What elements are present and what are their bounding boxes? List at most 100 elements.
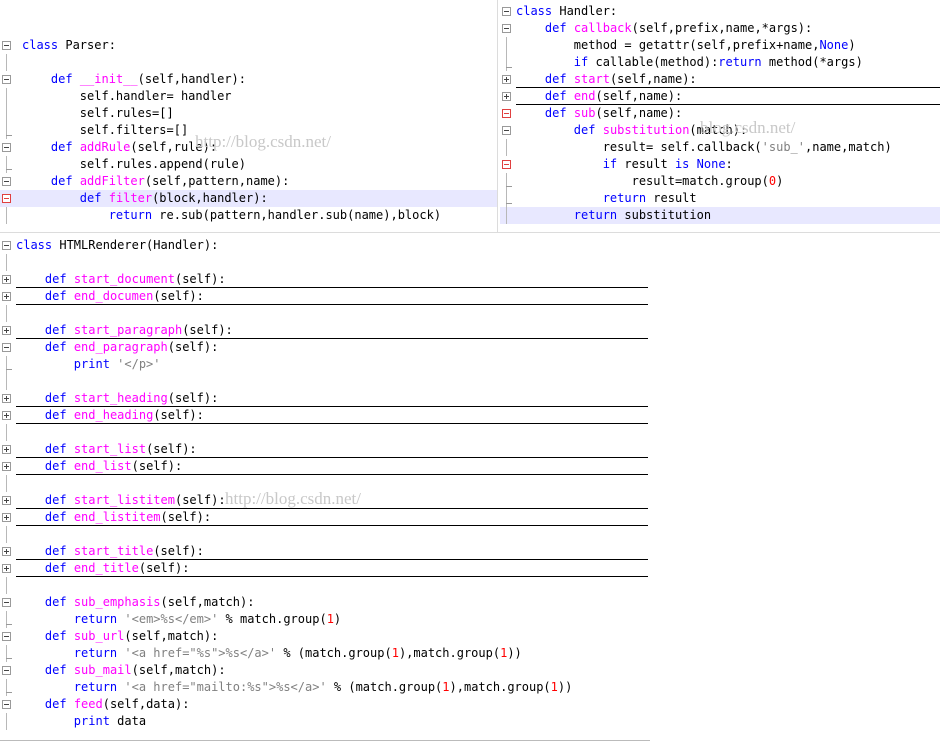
code-token: result=match.group( [516,174,769,188]
expand-fold-icon[interactable] [2,326,11,335]
collapse-fold-icon[interactable] [2,75,11,84]
code-token [67,493,74,507]
code-token [16,697,45,711]
code-token [73,174,80,188]
code-token: ) [776,174,783,188]
code-token [22,140,51,154]
collapse-fold-icon[interactable] [2,700,11,709]
code-text: class Handler: [516,3,617,20]
code-token [67,629,74,643]
keyword-token: def [545,72,567,86]
function-name-token: addRule [80,140,131,154]
code-token [516,72,545,86]
code-line: def filter(block,handler): [0,190,497,207]
function-name-token: sub_mail [74,663,132,677]
code-token [67,663,74,677]
fold-guide-line [506,37,507,54]
expand-fold-icon[interactable] [2,462,11,471]
code-text: def sub(self,name): [516,105,682,122]
expand-fold-icon[interactable] [2,275,11,284]
code-text: print data [16,713,146,730]
expand-fold-icon[interactable] [2,564,11,573]
code-token [16,289,45,303]
code-token [16,612,74,626]
keyword-token: def [51,140,73,154]
code-token [22,72,51,86]
code-text: def addRule(self,rule): [22,139,217,156]
code-token: (self): [175,272,226,286]
fold-guide-line [6,645,7,662]
expand-fold-icon[interactable] [2,394,11,403]
expand-fold-icon[interactable] [2,547,11,556]
code-token [567,72,574,86]
keyword-token: def [45,697,67,711]
keyword-token: def [545,89,567,103]
collapse-fold-icon[interactable] [2,194,11,203]
code-token [516,157,603,171]
fold-guide-line [506,139,507,156]
code-token [67,442,74,456]
fold-end-marker [6,658,12,659]
expand-fold-icon[interactable] [2,445,11,454]
code-token: result [617,157,675,171]
collapse-fold-icon[interactable] [2,177,11,186]
keyword-token: if [603,157,617,171]
keyword-token: def [545,21,567,35]
code-token [16,272,45,286]
keyword-token: is [675,157,689,171]
code-text: def end_paragraph(self): [16,339,218,356]
code-text: def sub_emphasis(self,match): [16,594,254,611]
expand-fold-icon[interactable] [2,513,11,522]
code-token [516,106,545,120]
code-token: )) [558,680,572,694]
expand-fold-icon[interactable] [2,411,11,420]
function-name-token: sub_emphasis [74,595,161,609]
code-text: return re.sub(pattern,handler.sub(name),… [22,207,441,224]
code-token: Handler: [552,4,617,18]
fold-guide-line [6,105,7,122]
string-token: '<a href="%s">%s</a>' [124,646,276,660]
function-name-token: filter [109,191,152,205]
function-name-token: end_title [74,561,139,575]
collapse-fold-icon[interactable] [2,143,11,152]
collapse-fold-icon[interactable] [2,598,11,607]
code-text: def end_heading(self): [16,407,204,424]
collapse-fold-icon[interactable] [502,160,511,169]
code-token: result [646,191,697,205]
code-token: result= self.callback( [516,140,762,154]
code-token: % match.group( [218,612,326,626]
collapse-fold-icon[interactable] [2,343,11,352]
collapse-fold-icon[interactable] [502,24,511,33]
collapse-fold-icon[interactable] [502,7,511,16]
watermark: blog.csdn.net/ [700,118,795,138]
collapse-fold-icon[interactable] [2,241,11,250]
code-text: def start_title(self): [16,543,204,560]
code-line: return '<a href="mailto:%s">%s</a>' % (m… [0,679,650,696]
expand-fold-icon[interactable] [502,92,511,101]
code-token [16,323,45,337]
collapse-fold-icon[interactable] [502,126,511,135]
collapse-fold-icon[interactable] [2,666,11,675]
keyword-token: return [74,612,117,626]
code-token [67,340,74,354]
expand-fold-icon[interactable] [2,292,11,301]
code-text: def addFilter(self,pattern,name): [22,173,289,190]
keyword-token: def [51,72,73,86]
function-name-token: start_list [74,442,146,456]
expand-fold-icon[interactable] [502,75,511,84]
expand-fold-icon[interactable] [2,496,11,505]
code-token: (self): [153,544,204,558]
code-token [16,357,74,371]
code-text: def start(self,name): [516,71,697,88]
collapse-fold-icon[interactable] [2,632,11,641]
code-text: def sub_url(self,match): [16,628,218,645]
fold-end-marker [506,203,512,204]
keyword-token: def [545,106,567,120]
code-token [73,72,80,86]
collapse-fold-icon[interactable] [2,41,11,50]
code-token: self.filters=[] [22,123,188,137]
code-token: self.rules.append(rule) [22,157,246,171]
collapse-fold-icon[interactable] [502,109,511,118]
code-token: % (match.group( [276,646,392,660]
code-token: : [726,157,733,171]
